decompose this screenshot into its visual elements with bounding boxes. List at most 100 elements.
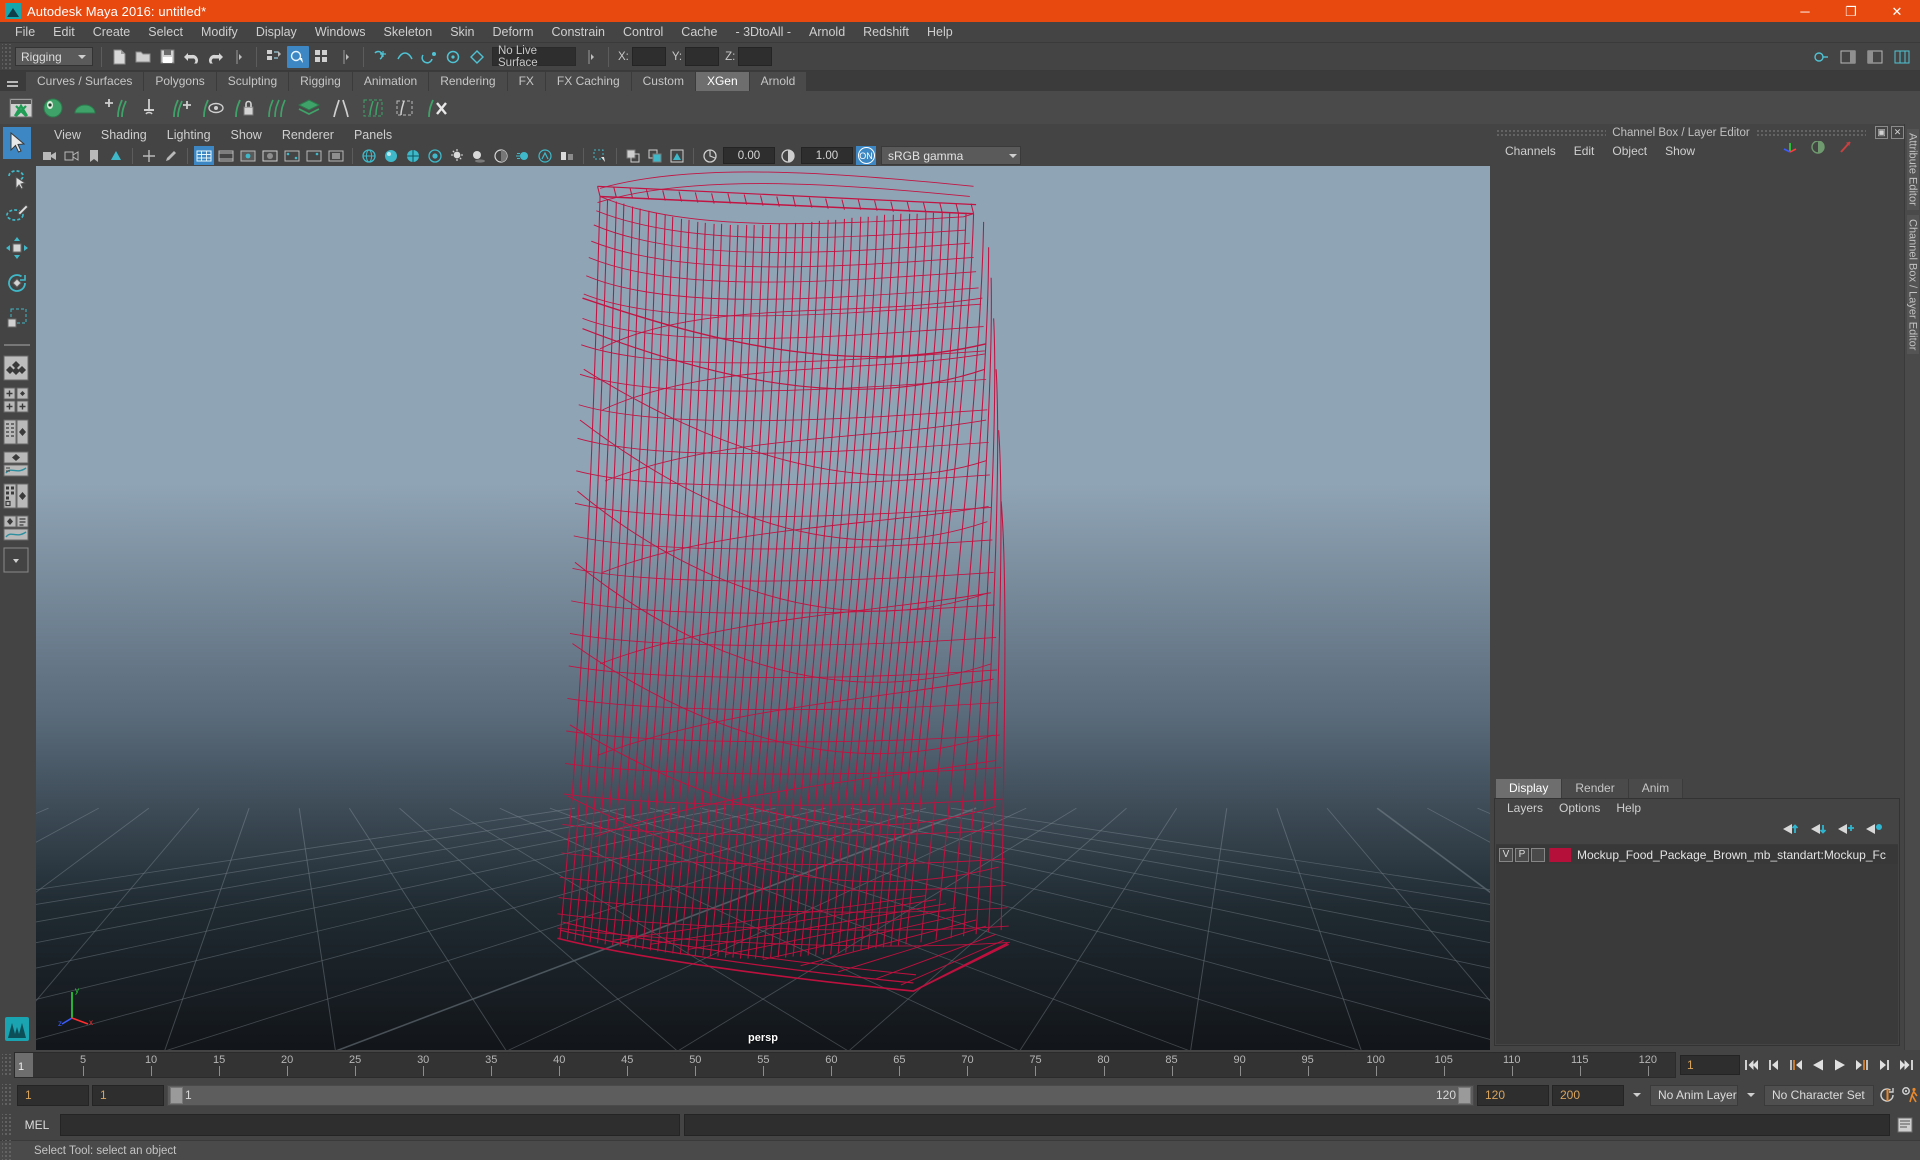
viewport-menu-lighting[interactable]: Lighting [157,126,221,145]
show-hide-attribute-editor-icon[interactable] [1837,46,1859,68]
shelf-tab-xgen[interactable]: XGen [695,72,750,91]
time-slider-grip[interactable] [2,1054,12,1076]
xgen-preview-icon[interactable] [198,93,228,123]
layout-single-pane-icon[interactable] [3,355,31,384]
exposure-field[interactable]: 0.00 [723,147,775,164]
gate-mask-icon[interactable] [282,146,302,165]
viewport-menu-panels[interactable]: Panels [344,126,402,145]
xgen-editor-icon[interactable] [6,93,36,123]
gamma-icon[interactable] [778,146,798,165]
camera-attributes-icon[interactable] [62,146,82,165]
shelf-tab-animation[interactable]: Animation [352,72,430,91]
coord-x-field[interactable] [631,47,666,66]
create-new-layer-icon[interactable] [1837,822,1855,839]
grease-pencil-icon[interactable] [161,146,181,165]
coord-y-field[interactable] [685,47,720,66]
menu-redshift[interactable]: Redshift [854,22,918,43]
transform-axes-icon[interactable] [1782,139,1798,158]
snap-to-projected-center-icon[interactable] [442,46,464,68]
layer-visibility-toggle[interactable]: V [1499,847,1513,862]
menu-create[interactable]: Create [84,22,140,43]
menu-help[interactable]: Help [918,22,962,43]
shelf-tab-fx[interactable]: FX [507,72,546,91]
shelf-menu-icon[interactable] [2,72,22,91]
create-layer-from-selected-icon[interactable] [1865,822,1883,839]
use-all-lights-icon[interactable] [447,146,467,165]
live-surface-expand-icon[interactable] [580,46,602,68]
play-forwards-button[interactable] [1830,1054,1850,1076]
layout-persp-outliner-graph-icon[interactable] [3,515,31,544]
snap-to-point-icon[interactable] [418,46,440,68]
panel-grip-handle[interactable] [1496,129,1607,136]
open-scene-icon[interactable] [132,46,154,68]
layer-state-toggle[interactable] [1531,847,1545,862]
show-film-gate-icon[interactable] [216,146,236,165]
undo-icon[interactable] [180,46,202,68]
xgen-groom-density-icon[interactable] [134,93,164,123]
show-grid-icon[interactable] [194,146,214,165]
help-line-grip[interactable] [2,1139,12,1160]
save-scene-icon[interactable] [156,46,178,68]
step-forward-frame-button[interactable] [1852,1054,1872,1076]
select-by-object-type-icon[interactable] [287,45,309,68]
menu-display[interactable]: Display [247,22,306,43]
image-plane-icon[interactable] [106,146,126,165]
component-expand-icon[interactable] [335,46,357,68]
select-camera-icon[interactable] [40,146,60,165]
close-button[interactable]: ✕ [1874,0,1920,22]
panel-restore-button[interactable]: ▣ [1875,126,1889,139]
shaded-wireframe-icon[interactable] [403,146,423,165]
show-hide-tool-settings-icon[interactable] [1864,46,1886,68]
range-slider-grip[interactable] [2,1084,12,1106]
layer-tab-anim[interactable]: Anim [1628,779,1684,798]
xray-icon[interactable] [623,146,643,165]
paint-select-tool-icon[interactable] [3,197,31,229]
layout-hypershade-persp-icon[interactable] [3,483,31,512]
xgen-layers-icon[interactable] [294,93,324,123]
menu-modify[interactable]: Modify [192,22,247,43]
layer-playback-toggle[interactable]: P [1515,847,1529,862]
rotate-tool-icon[interactable] [3,267,31,299]
shelf-tab-sculpting[interactable]: Sculpting [216,72,290,91]
screen-space-ao-icon[interactable] [491,146,511,165]
menu-skeleton[interactable]: Skeleton [375,22,442,43]
motion-blur-icon[interactable] [513,146,533,165]
range-slider[interactable]: 1 120 [167,1084,1474,1106]
menu-file[interactable]: File [6,22,44,43]
layer-menu-options[interactable]: Options [1551,799,1608,818]
layout-presets-dropdown-icon[interactable] [3,547,31,576]
panel-grip-handle-right[interactable] [1755,129,1867,136]
range-start-handle[interactable] [170,1086,183,1104]
playback-start-time-field[interactable]: 1 [92,1084,164,1106]
step-back-key-button[interactable] [1764,1054,1784,1076]
viewport-menu-renderer[interactable]: Renderer [272,126,344,145]
go-to-start-button[interactable] [1742,1054,1762,1076]
xgen-select-region-icon[interactable] [358,93,388,123]
wireframe-shading-icon[interactable] [359,146,379,165]
side-tab-attribute-editor[interactable]: Attribute Editor [1906,129,1919,210]
playback-end-time-field[interactable]: 120 [1477,1084,1549,1106]
color-management-selector[interactable]: sRGB gamma [881,146,1021,165]
channel-box-content[interactable] [1490,159,1904,778]
smooth-shade-icon[interactable] [381,146,401,165]
auto-keyframe-toggle-icon[interactable] [1877,1084,1897,1106]
coord-z-field[interactable] [738,47,773,66]
xray-active-components-icon[interactable] [667,146,687,165]
redo-icon[interactable] [204,46,226,68]
animation-preferences-icon[interactable] [1900,1084,1920,1106]
layout-four-view-icon[interactable] [3,387,31,416]
xgen-delete-icon[interactable] [422,93,452,123]
scale-tool-icon[interactable] [3,302,31,334]
chevron-down-icon[interactable] [74,48,90,65]
safe-action-icon[interactable] [326,146,346,165]
anim-layer-selector[interactable]: No Anim Layer [1650,1084,1738,1106]
shelf-tab-custom[interactable]: Custom [631,72,696,91]
xgen-clump-icon[interactable] [326,93,356,123]
shelf-tab-polygons[interactable]: Polygons [144,72,217,91]
playhead-frame-field[interactable]: 1 [1680,1055,1740,1075]
viewport-menu-view[interactable]: View [44,126,91,145]
viewport-3d-canvas[interactable]: y x z persp [36,166,1490,1050]
menu-control[interactable]: Control [614,22,672,43]
show-hide-channel-box-icon[interactable] [1891,46,1913,68]
maximize-button[interactable]: ❐ [1828,0,1874,22]
